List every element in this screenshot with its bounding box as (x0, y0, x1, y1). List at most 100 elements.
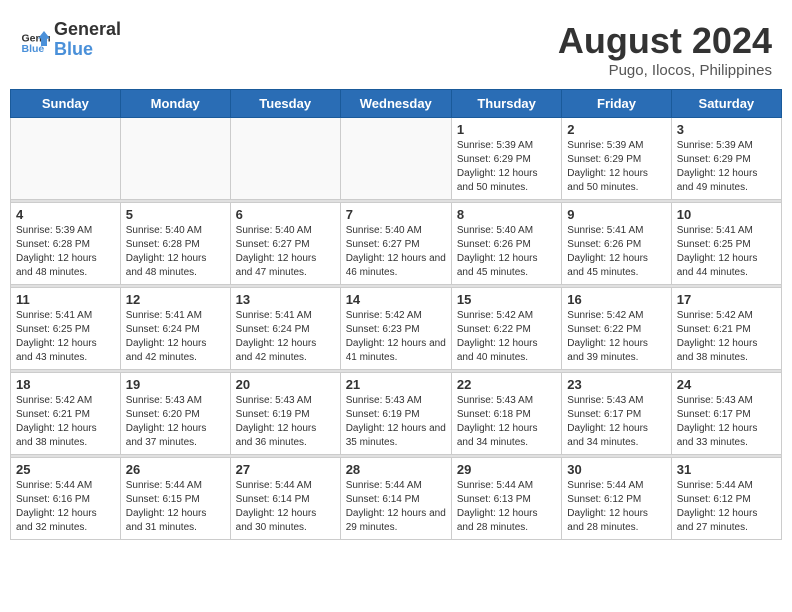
calendar-cell: 18Sunrise: 5:42 AM Sunset: 6:21 PM Dayli… (11, 373, 121, 455)
month-year-title: August 2024 (558, 20, 772, 62)
calendar-cell: 12Sunrise: 5:41 AM Sunset: 6:24 PM Dayli… (120, 288, 230, 370)
day-number: 16 (567, 292, 665, 307)
calendar-cell: 16 Sunrise: 5:42 AM Sunset: 6:22 PM Dayli… (562, 288, 671, 370)
day-number: 12 (126, 292, 225, 307)
day-number: 10 (677, 207, 776, 222)
day-number: 30 (567, 462, 665, 477)
day-number: 21 (346, 377, 446, 392)
day-number: 3 (677, 122, 776, 137)
week-row-1: 1 Sunrise: 5:39 AM Sunset: 6:29 PM Daylig… (11, 118, 782, 200)
week-row-2: 4Sunrise: 5:39 AM Sunset: 6:28 PM Daylig… (11, 203, 782, 285)
day-number: 25 (16, 462, 115, 477)
day-number: 13 (236, 292, 335, 307)
calendar-table: SundayMondayTuesdayWednesdayThursdayFrid… (10, 89, 782, 540)
calendar-cell: 10 Sunrise: 5:41 AM Sunset: 6:25 PM Dayli… (671, 203, 781, 285)
calendar-cell (120, 118, 230, 200)
calendar-cell (340, 118, 451, 200)
day-number: 19 (126, 377, 225, 392)
day-info: Sunrise: 5:41 AM Sunset: 6:25 PM Dayligh… (677, 224, 776, 280)
week-row-5: 25 Sunrise: 5:44 AM Sunset: 6:16 PM Dayli… (11, 458, 782, 540)
weekday-tuesday: Tuesday (230, 90, 340, 118)
day-info: Sunrise: 5:43 AM Sunset: 6:18 PM Dayligh… (457, 394, 556, 450)
day-info: Sunrise: 5:40 AM Sunset: 6:26 PM Dayligh… (457, 224, 556, 280)
calendar-cell: 14Sunrise: 5:42 AM Sunset: 6:23 PM Dayli… (340, 288, 451, 370)
weekday-sunday: Sunday (11, 90, 121, 118)
calendar-cell: 11Sunrise: 5:41 AM Sunset: 6:25 PM Dayli… (11, 288, 121, 370)
day-number: 7 (346, 207, 446, 222)
day-info: Sunrise: 5:43 AM Sunset: 6:19 PM Dayligh… (236, 394, 335, 450)
calendar-cell (11, 118, 121, 200)
calendar-cell (230, 118, 340, 200)
day-number: 26 (126, 462, 225, 477)
day-number: 5 (126, 207, 225, 222)
day-number: 29 (457, 462, 556, 477)
logo-icon: General Blue (20, 25, 50, 55)
calendar-cell: 1 Sunrise: 5:39 AM Sunset: 6:29 PM Daylig… (451, 118, 561, 200)
calendar-cell: 6 Sunrise: 5:40 AM Sunset: 6:27 PM Daylig… (230, 203, 340, 285)
calendar-cell: 5Sunrise: 5:40 AM Sunset: 6:28 PM Daylig… (120, 203, 230, 285)
calendar-cell: 3 Sunrise: 5:39 AM Sunset: 6:29 PM Daylig… (671, 118, 781, 200)
day-number: 14 (346, 292, 446, 307)
calendar-cell: 31Sunrise: 5:44 AM Sunset: 6:12 PM Dayli… (671, 458, 781, 540)
calendar-cell: 21Sunrise: 5:43 AM Sunset: 6:19 PM Dayli… (340, 373, 451, 455)
day-number: 6 (236, 207, 335, 222)
day-number: 27 (236, 462, 335, 477)
day-number: 2 (567, 122, 665, 137)
week-row-3: 11Sunrise: 5:41 AM Sunset: 6:25 PM Dayli… (11, 288, 782, 370)
day-info: Sunrise: 5:39 AM Sunset: 6:28 PM Dayligh… (16, 224, 115, 280)
day-info: Sunrise: 5:39 AM Sunset: 6:29 PM Dayligh… (567, 139, 665, 195)
calendar-cell: 25 Sunrise: 5:44 AM Sunset: 6:16 PM Dayli… (11, 458, 121, 540)
day-info: Sunrise: 5:40 AM Sunset: 6:27 PM Dayligh… (236, 224, 335, 280)
day-number: 23 (567, 377, 665, 392)
day-number: 17 (677, 292, 776, 307)
day-info: Sunrise: 5:41 AM Sunset: 6:25 PM Dayligh… (16, 309, 115, 365)
calendar-cell: 28 Sunrise: 5:44 AM Sunset: 6:14 PM Dayli… (340, 458, 451, 540)
day-info: Sunrise: 5:43 AM Sunset: 6:20 PM Dayligh… (126, 394, 225, 450)
calendar-cell: 20 Sunrise: 5:43 AM Sunset: 6:19 PM Dayli… (230, 373, 340, 455)
day-number: 24 (677, 377, 776, 392)
svg-text:Blue: Blue (22, 43, 45, 55)
calendar-cell: 4Sunrise: 5:39 AM Sunset: 6:28 PM Daylig… (11, 203, 121, 285)
weekday-friday: Friday (562, 90, 671, 118)
day-info: Sunrise: 5:42 AM Sunset: 6:22 PM Dayligh… (567, 309, 665, 365)
calendar-cell: 8 Sunrise: 5:40 AM Sunset: 6:26 PM Daylig… (451, 203, 561, 285)
logo-text: GeneralBlue (54, 20, 121, 60)
calendar-cell: 27Sunrise: 5:44 AM Sunset: 6:14 PM Dayli… (230, 458, 340, 540)
calendar-body: 1 Sunrise: 5:39 AM Sunset: 6:29 PM Daylig… (11, 118, 782, 540)
day-number: 28 (346, 462, 446, 477)
weekday-wednesday: Wednesday (340, 90, 451, 118)
calendar-cell: 2 Sunrise: 5:39 AM Sunset: 6:29 PM Daylig… (562, 118, 671, 200)
day-info: Sunrise: 5:42 AM Sunset: 6:22 PM Dayligh… (457, 309, 556, 365)
day-number: 18 (16, 377, 115, 392)
weekday-saturday: Saturday (671, 90, 781, 118)
day-info: Sunrise: 5:41 AM Sunset: 6:26 PM Dayligh… (567, 224, 665, 280)
day-info: Sunrise: 5:44 AM Sunset: 6:12 PM Dayligh… (677, 479, 776, 535)
day-number: 1 (457, 122, 556, 137)
calendar-cell: 29Sunrise: 5:44 AM Sunset: 6:13 PM Dayli… (451, 458, 561, 540)
day-info: Sunrise: 5:44 AM Sunset: 6:15 PM Dayligh… (126, 479, 225, 535)
calendar-cell: 24 Sunrise: 5:43 AM Sunset: 6:17 PM Dayli… (671, 373, 781, 455)
calendar-cell: 17 Sunrise: 5:42 AM Sunset: 6:21 PM Dayli… (671, 288, 781, 370)
calendar-cell: 23Sunrise: 5:43 AM Sunset: 6:17 PM Dayli… (562, 373, 671, 455)
title-block: August 2024 Pugo, Ilocos, Philippines (558, 20, 772, 79)
day-number: 8 (457, 207, 556, 222)
calendar-cell: 22 Sunrise: 5:43 AM Sunset: 6:18 PM Dayli… (451, 373, 561, 455)
day-info: Sunrise: 5:39 AM Sunset: 6:29 PM Dayligh… (677, 139, 776, 195)
day-info: Sunrise: 5:43 AM Sunset: 6:17 PM Dayligh… (677, 394, 776, 450)
page-header: General Blue GeneralBlue August 2024 Pug… (10, 10, 782, 84)
day-info: Sunrise: 5:44 AM Sunset: 6:12 PM Dayligh… (567, 479, 665, 535)
day-info: Sunrise: 5:44 AM Sunset: 6:14 PM Dayligh… (346, 479, 446, 535)
day-info: Sunrise: 5:44 AM Sunset: 6:16 PM Dayligh… (16, 479, 115, 535)
day-number: 20 (236, 377, 335, 392)
calendar-cell: 9Sunrise: 5:41 AM Sunset: 6:26 PM Daylig… (562, 203, 671, 285)
day-info: Sunrise: 5:40 AM Sunset: 6:27 PM Dayligh… (346, 224, 446, 280)
weekday-thursday: Thursday (451, 90, 561, 118)
day-number: 22 (457, 377, 556, 392)
day-info: Sunrise: 5:42 AM Sunset: 6:21 PM Dayligh… (677, 309, 776, 365)
calendar-cell: 7 Sunrise: 5:40 AM Sunset: 6:27 PM Daylig… (340, 203, 451, 285)
calendar-cell: 15 Sunrise: 5:42 AM Sunset: 6:22 PM Dayli… (451, 288, 561, 370)
day-number: 15 (457, 292, 556, 307)
day-info: Sunrise: 5:39 AM Sunset: 6:29 PM Dayligh… (457, 139, 556, 195)
weekday-monday: Monday (120, 90, 230, 118)
location-subtitle: Pugo, Ilocos, Philippines (558, 62, 772, 79)
